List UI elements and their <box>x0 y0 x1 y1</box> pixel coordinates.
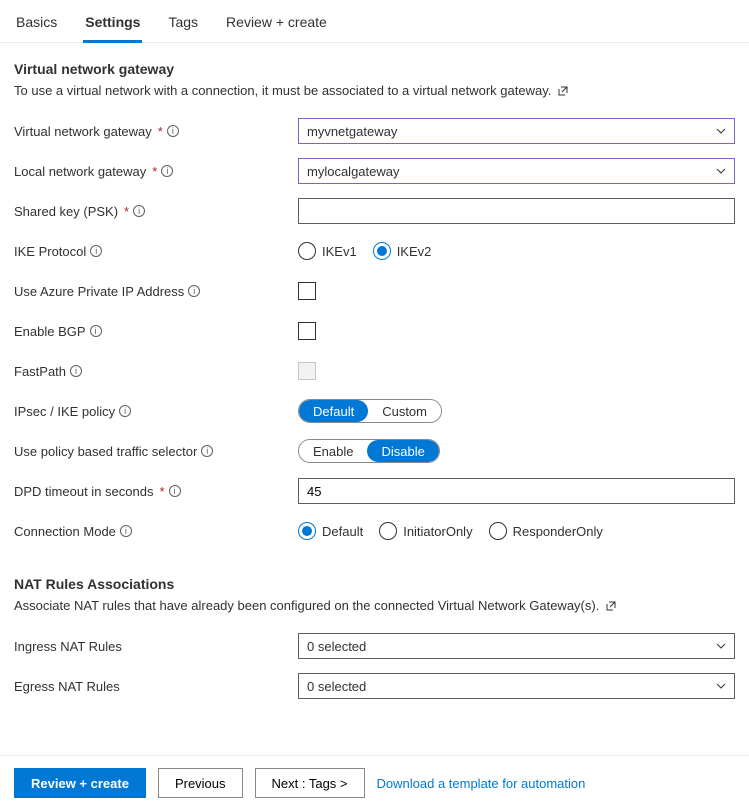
info-icon[interactable]: i <box>161 165 173 177</box>
info-icon[interactable]: i <box>120 525 132 537</box>
required-icon: * <box>124 204 129 219</box>
info-icon[interactable]: i <box>201 445 213 457</box>
ike-v2-label: IKEv2 <box>397 244 432 259</box>
selector-enable-pill[interactable]: Enable <box>299 440 367 462</box>
vng-section-title: Virtual network gateway <box>14 61 735 77</box>
mode-responder-radio[interactable]: ResponderOnly <box>489 522 603 540</box>
ingress-nat-dropdown[interactable]: 0 selected <box>298 633 735 659</box>
vng-section-desc: To use a virtual network with a connecti… <box>14 83 735 100</box>
download-template-link[interactable]: Download a template for automation <box>377 776 586 791</box>
required-icon: * <box>159 484 164 499</box>
next-button[interactable]: Next : Tags > <box>255 768 365 798</box>
external-link-icon[interactable] <box>557 85 569 100</box>
info-icon[interactable]: i <box>90 245 102 257</box>
required-icon: * <box>152 164 157 179</box>
mode-default-radio[interactable]: Default <box>298 522 363 540</box>
fastpath-label: FastPath <box>14 364 66 379</box>
ingress-nat-value: 0 selected <box>307 639 366 654</box>
info-icon[interactable]: i <box>90 325 102 337</box>
mode-responder-label: ResponderOnly <box>513 524 603 539</box>
fastpath-checkbox <box>298 362 316 380</box>
egress-nat-dropdown[interactable]: 0 selected <box>298 673 735 699</box>
info-icon[interactable]: i <box>188 285 200 297</box>
egress-nat-value: 0 selected <box>307 679 366 694</box>
bgp-checkbox[interactable] <box>298 322 316 340</box>
info-icon[interactable]: i <box>169 485 181 497</box>
vng-gateway-value: myvnetgateway <box>307 124 397 139</box>
dpd-input[interactable] <box>298 478 735 504</box>
chevron-down-icon <box>716 681 726 691</box>
mode-default-label: Default <box>322 524 363 539</box>
vng-desc-text: To use a virtual network with a connecti… <box>14 83 551 98</box>
local-gateway-value: mylocalgateway <box>307 164 400 179</box>
tab-settings[interactable]: Settings <box>83 8 142 43</box>
egress-nat-label: Egress NAT Rules <box>14 679 120 694</box>
bgp-label: Enable BGP <box>14 324 86 339</box>
nat-section-title: NAT Rules Associations <box>14 576 735 592</box>
tab-basics[interactable]: Basics <box>14 8 59 42</box>
chevron-down-icon <box>716 166 726 176</box>
ipsec-custom-pill[interactable]: Custom <box>368 400 441 422</box>
ipsec-policy-label: IPsec / IKE policy <box>14 404 115 419</box>
selector-disable-pill[interactable]: Disable <box>367 440 438 462</box>
info-icon[interactable]: i <box>167 125 179 137</box>
ike-v2-radio[interactable]: IKEv2 <box>373 242 432 260</box>
vng-gateway-dropdown[interactable]: myvnetgateway <box>298 118 735 144</box>
tab-tags[interactable]: Tags <box>166 8 200 42</box>
mode-initiator-label: InitiatorOnly <box>403 524 472 539</box>
local-gateway-label: Local network gateway <box>14 164 146 179</box>
psk-label: Shared key (PSK) <box>14 204 118 219</box>
private-ip-checkbox[interactable] <box>298 282 316 300</box>
private-ip-label: Use Azure Private IP Address <box>14 284 184 299</box>
external-link-icon[interactable] <box>605 600 617 615</box>
previous-button[interactable]: Previous <box>158 768 243 798</box>
ike-v1-radio[interactable]: IKEv1 <box>298 242 357 260</box>
connection-mode-label: Connection Mode <box>14 524 116 539</box>
tab-review-create[interactable]: Review + create <box>224 8 329 42</box>
info-icon[interactable]: i <box>119 405 131 417</box>
ike-label: IKE Protocol <box>14 244 86 259</box>
footer-bar: Review + create Previous Next : Tags > D… <box>0 755 749 810</box>
info-icon[interactable]: i <box>133 205 145 217</box>
chevron-down-icon <box>716 641 726 651</box>
tabs-bar: Basics Settings Tags Review + create <box>0 0 749 43</box>
ipsec-default-pill[interactable]: Default <box>299 400 368 422</box>
info-icon[interactable]: i <box>70 365 82 377</box>
psk-input[interactable] <box>298 198 735 224</box>
review-create-button[interactable]: Review + create <box>14 768 146 798</box>
mode-initiator-radio[interactable]: InitiatorOnly <box>379 522 472 540</box>
dpd-label: DPD timeout in seconds <box>14 484 153 499</box>
local-gateway-dropdown[interactable]: mylocalgateway <box>298 158 735 184</box>
nat-section-desc: Associate NAT rules that have already be… <box>14 598 735 615</box>
ike-v1-label: IKEv1 <box>322 244 357 259</box>
ipsec-policy-toggle: Default Custom <box>298 399 442 423</box>
required-icon: * <box>158 124 163 139</box>
nat-desc-text: Associate NAT rules that have already be… <box>14 598 599 613</box>
traffic-selector-label: Use policy based traffic selector <box>14 444 197 459</box>
chevron-down-icon <box>716 126 726 136</box>
ingress-nat-label: Ingress NAT Rules <box>14 639 122 654</box>
vng-gateway-label: Virtual network gateway <box>14 124 152 139</box>
traffic-selector-toggle: Enable Disable <box>298 439 440 463</box>
